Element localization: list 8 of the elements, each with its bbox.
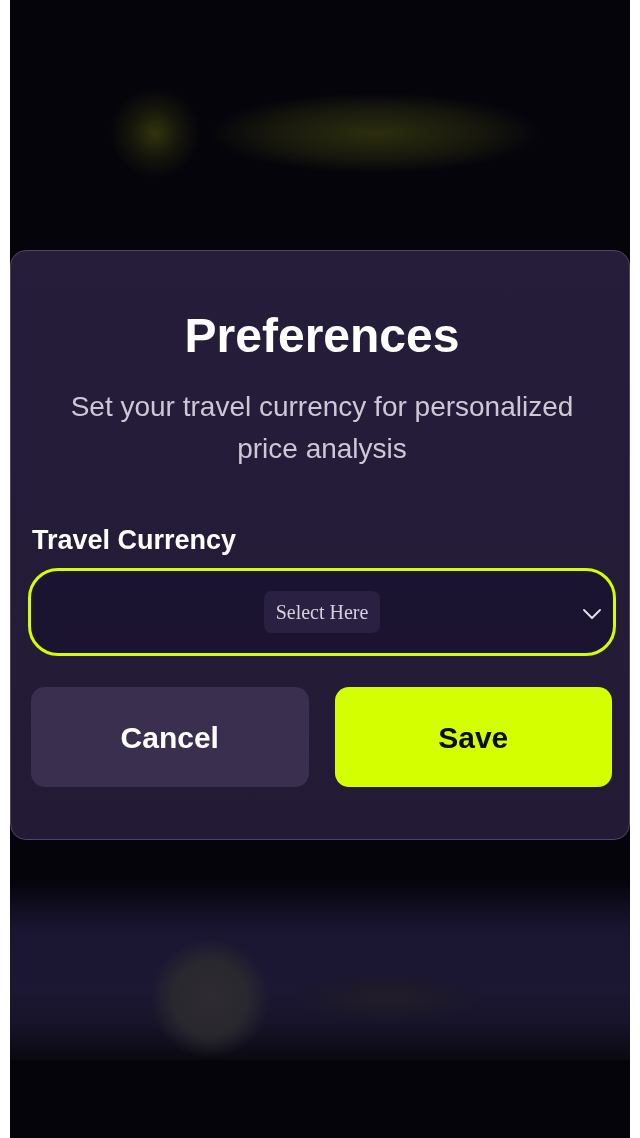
- chevron-down-icon: [583, 609, 601, 619]
- dialog-subtitle: Set your travel currency for personalized price analysis: [69, 390, 575, 466]
- dialog-title: Preferences: [183, 308, 461, 364]
- field-label: Travel Currency: [32, 525, 238, 556]
- save-button[interactable]: Save: [334, 687, 612, 787]
- cancel-button[interactable]: Cancel: [31, 687, 309, 787]
- currency-select[interactable]: Select Here: [28, 568, 616, 656]
- select-placeholder: Select Here: [263, 591, 381, 633]
